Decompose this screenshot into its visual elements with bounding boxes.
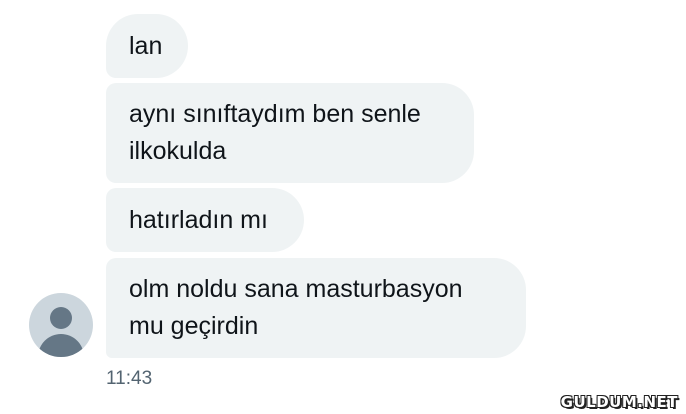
avatar-head-icon [50,307,72,329]
message-text: aynı sınıftaydım ben senle ilkokulda [129,100,421,165]
sender-avatar[interactable] [29,293,93,357]
message-bubble[interactable]: olm noldu sana masturbasyon mu geçirdin [106,258,526,358]
message-text: hatırladın mı [129,205,268,234]
message-text: lan [129,31,163,60]
site-watermark: GULDUM.NET [560,393,678,411]
message-bubble[interactable]: aynı sınıftaydım ben senle ilkokulda [106,83,474,183]
message-bubble[interactable]: hatırladın mı [106,188,304,252]
avatar-body-icon [38,334,84,357]
message-bubble[interactable]: lan [106,14,188,78]
message-text: olm noldu sana masturbasyon mu geçirdin [129,275,463,340]
message-timestamp: 11:43 [106,368,153,389]
